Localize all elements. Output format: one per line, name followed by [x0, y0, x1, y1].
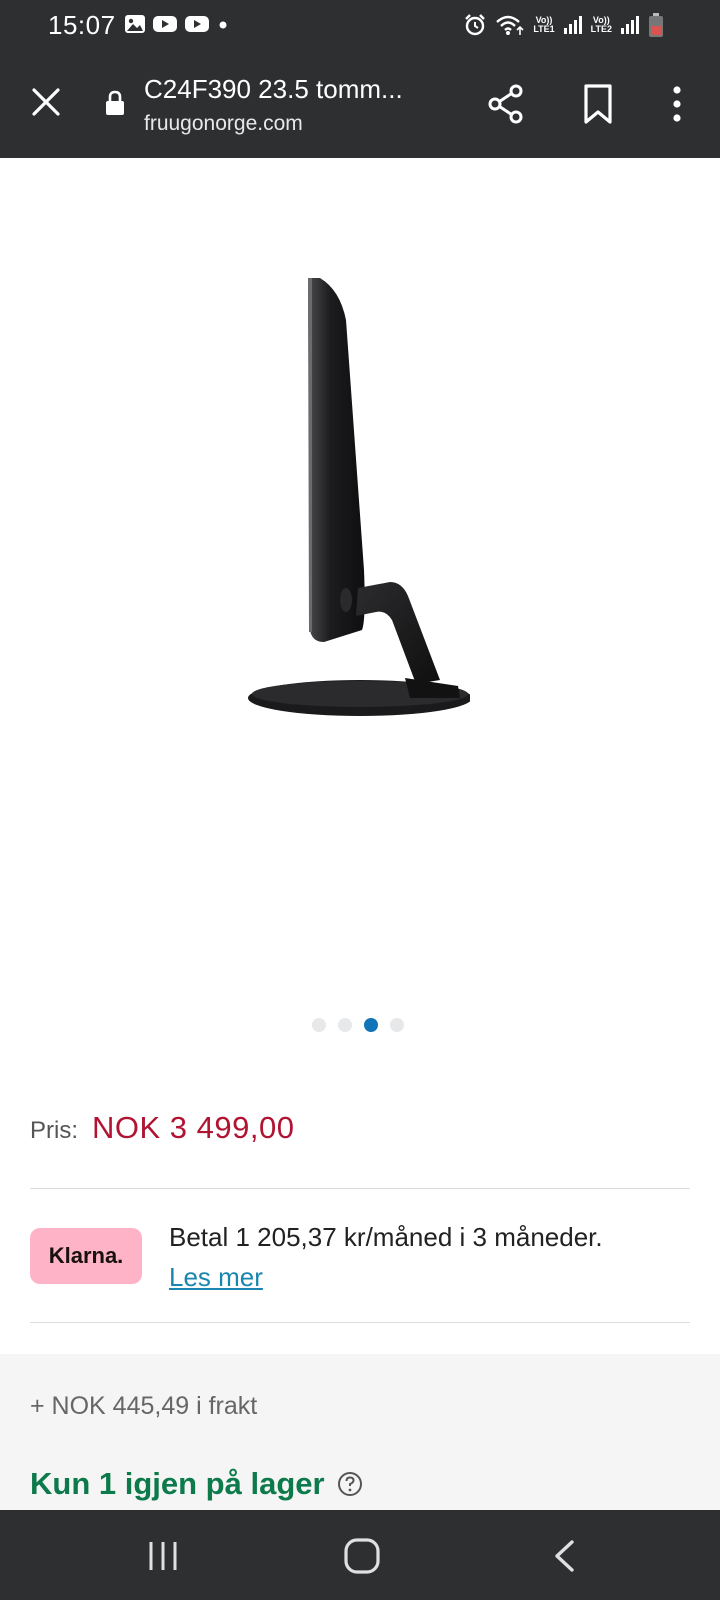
status-time: 15:07: [48, 10, 116, 40]
help-icon[interactable]: [337, 1471, 363, 1497]
klarna-logo: Klarna.: [30, 1228, 142, 1284]
page-domain[interactable]: fruugonorge.com: [144, 112, 303, 136]
system-navigation-bar: [0, 1510, 720, 1600]
page-title[interactable]: C24F390 23.5 tomm...: [144, 74, 403, 105]
stock-text: Kun 1 igjen på lager: [30, 1466, 325, 1501]
more-options-icon[interactable]: [662, 82, 692, 126]
battery-icon: [649, 13, 663, 37]
shipping-section: + NOK 445,49 i frakt Kun 1 igjen på lage…: [0, 1354, 720, 1514]
more-notifications-dot-icon: [219, 21, 227, 29]
carousel-dot[interactable]: [390, 1018, 404, 1032]
carousel-dots: [312, 1018, 404, 1032]
stock-status: Kun 1 igjen på lager: [30, 1466, 363, 1502]
carousel-dot[interactable]: [312, 1018, 326, 1032]
signal-icon: [621, 16, 639, 34]
youtube-icon: [153, 16, 177, 32]
net1-bottom-text: LTE1: [533, 24, 555, 34]
wifi-icon: [496, 15, 524, 35]
status-bar: 15:07 Vo)) LTE1 Vo)) LTE2: [0, 0, 720, 52]
recent-apps-icon[interactable]: [146, 1540, 180, 1572]
price-label: Pris:: [30, 1117, 78, 1144]
network-2-label: Vo)) LTE2: [591, 16, 612, 34]
klarna-installment-text: Betal 1 205,37 kr/måned i 3 måneder.: [169, 1222, 603, 1252]
product-image[interactable]: [240, 270, 470, 730]
back-icon[interactable]: [550, 1538, 578, 1574]
alarm-icon: [465, 14, 486, 36]
notification-icons: [124, 14, 230, 34]
lock-icon: [106, 90, 124, 115]
home-icon[interactable]: [342, 1536, 382, 1576]
carousel-dot-active[interactable]: [364, 1018, 378, 1032]
browser-toolbar: C24F390 23.5 tomm... fruugonorge.com: [0, 52, 720, 158]
price-value: NOK 3 499,00: [92, 1110, 295, 1145]
bookmark-icon[interactable]: [578, 82, 618, 126]
divider: [30, 1188, 690, 1189]
carousel-dot[interactable]: [338, 1018, 352, 1032]
share-icon[interactable]: [486, 82, 526, 126]
network-1-label: Vo)) LTE1: [533, 16, 554, 34]
gallery-icon: [125, 15, 145, 33]
price-row: Pris: NOK 3 499,00: [30, 1110, 294, 1146]
close-icon[interactable]: [26, 82, 66, 122]
divider: [30, 1322, 690, 1323]
signal-icon: [563, 16, 582, 34]
youtube-icon: [185, 16, 209, 32]
system-icons: Vo)) LTE1 Vo)) LTE2: [463, 12, 664, 38]
shipping-cost: + NOK 445,49 i frakt: [30, 1392, 258, 1420]
klarna-read-more-link[interactable]: Les mer: [169, 1262, 263, 1293]
net2-bottom-text: LTE2: [590, 24, 612, 34]
